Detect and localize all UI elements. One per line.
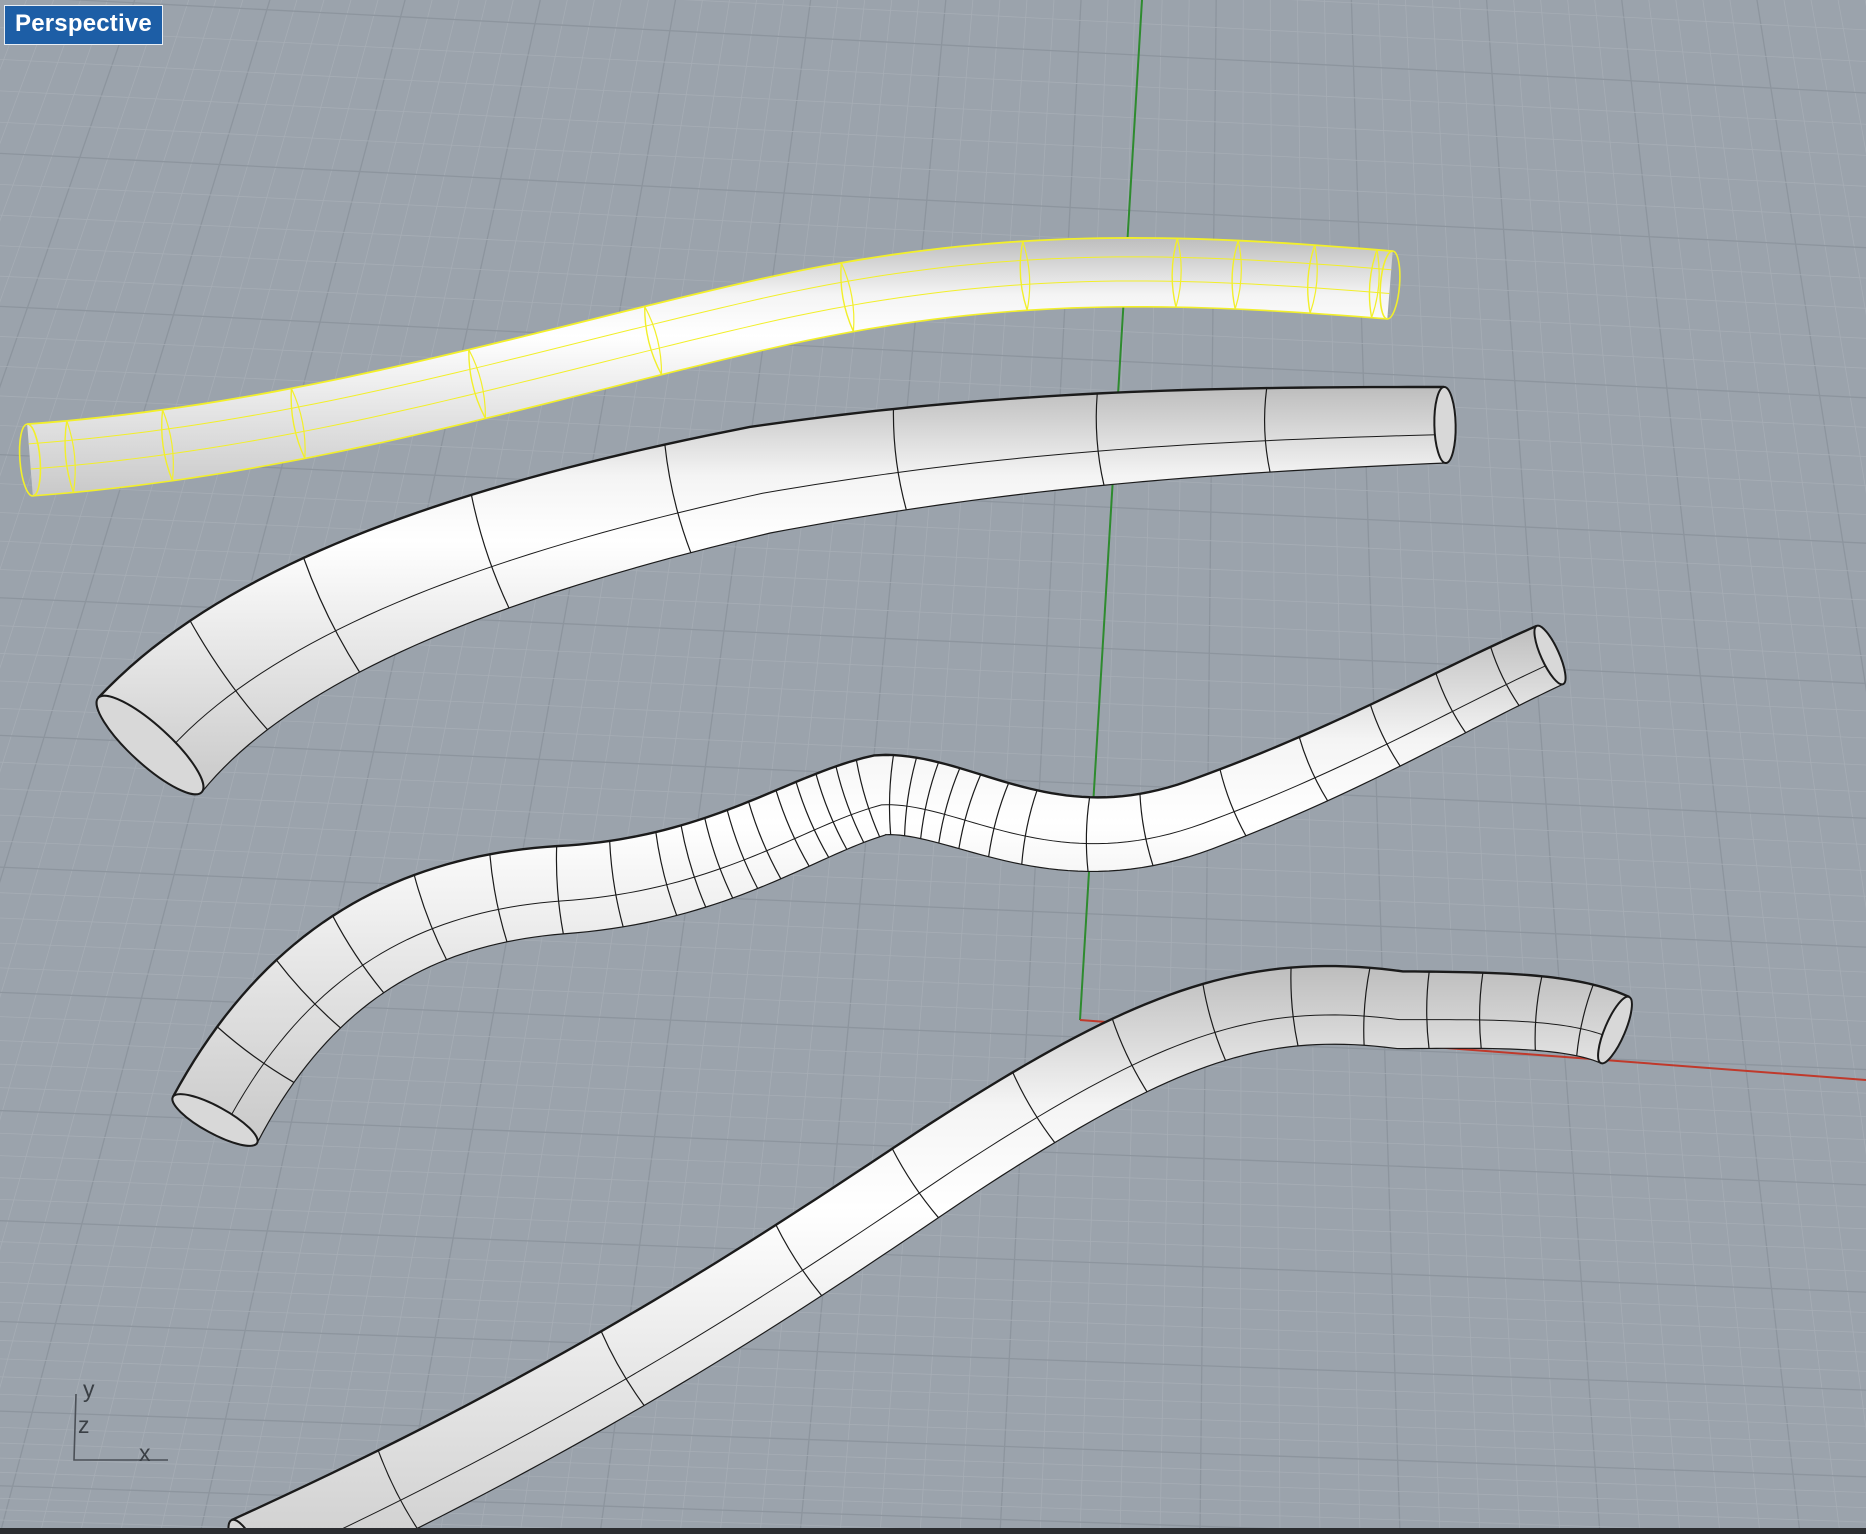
axis-label-y: y bbox=[83, 1376, 95, 1402]
perspective-viewport[interactable]: Perspective y z x bbox=[0, 0, 1866, 1534]
axis-label-x: x bbox=[139, 1440, 151, 1466]
viewport-scene[interactable] bbox=[0, 0, 1866, 1534]
pipe-3[interactable] bbox=[166, 622, 1571, 1155]
pipe-3-surface[interactable] bbox=[172, 625, 1564, 1143]
axis-label-z: z bbox=[78, 1412, 90, 1438]
pipes-layer[interactable] bbox=[17, 237, 1638, 1534]
pipe-2-end-cap bbox=[1433, 386, 1457, 464]
viewport-bottom-border bbox=[0, 1528, 1866, 1534]
viewport-title[interactable]: Perspective bbox=[4, 5, 163, 45]
